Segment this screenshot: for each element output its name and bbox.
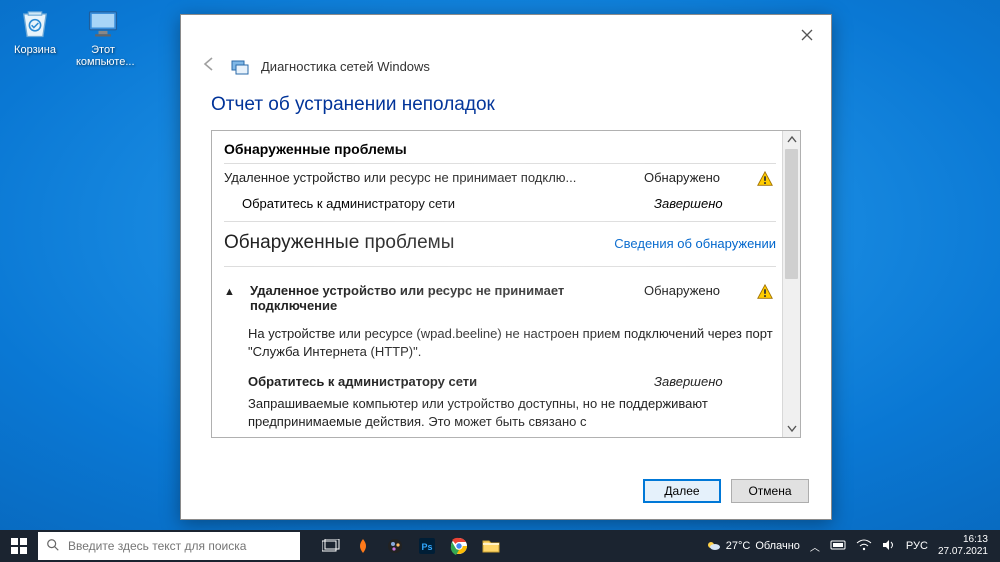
system-tray: 27°C Облачно ︿ РУС 16:13 27.07.2021 [705,534,1000,558]
problem-link[interactable]: Удаленное устройство или ресурс не прини… [224,170,634,185]
sub-text: Обратитесь к администратору сети [242,196,654,211]
svg-text:Ps: Ps [421,542,432,552]
wizard-title: Диагностика сетей Windows [261,59,430,74]
report-frame: Обнаруженные проблемы Удаленное устройст… [211,130,801,438]
problems-subheader: Обнаруженные проблемы [224,232,454,254]
back-button[interactable] [199,55,219,78]
substep-title: Обратитесь к администратору сети [248,374,644,389]
scroll-down-button[interactable] [783,419,800,437]
weather-widget[interactable]: 27°C Облачно [705,537,800,556]
network-diagnostics-icon [231,58,249,76]
icon-label: Этот компьюте... [76,44,130,68]
warning-icon [754,283,776,301]
taskbar-pinned: Ps [306,533,504,559]
time: 16:13 [938,534,988,546]
weather-temp: 27°C [726,540,751,552]
this-pc-icon [84,4,122,42]
clock[interactable]: 16:13 27.07.2021 [938,534,992,558]
taskbar-search[interactable] [38,532,300,560]
taskbar: Ps 27°C Облачно ︿ РУС 16:13 27.07.2021 [0,530,1000,562]
tray-chevron-up-icon[interactable]: ︿ [810,539,820,554]
this-pc[interactable]: Этот компьюте... [76,4,130,68]
report-content: Обнаруженные проблемы Удаленное устройст… [212,131,800,437]
volume-icon[interactable] [882,539,896,554]
section-title: Отчет об устранении неполадок [181,90,831,130]
search-glass-icon [46,538,60,555]
expanded-status: Обнаружено [644,283,744,298]
expanded-problem: ▲ Удаленное устройство или ресурс не при… [224,266,776,437]
recycle-bin-icon [16,4,54,42]
weather-cond: Облачно [755,540,800,552]
cancel-button[interactable]: Отмена [731,479,809,503]
wizard-buttons: Далее Отмена [643,479,809,503]
scroll-track[interactable] [783,149,800,419]
problem-row: Удаленное устройство или ресурс не прини… [224,164,776,194]
wifi-icon[interactable] [856,539,872,554]
warning-icon [754,170,776,188]
weather-icon [705,537,721,556]
recycle-bin[interactable]: Корзина [8,4,62,68]
expanded-description: На устройстве или ресурсе (wpad.beeline)… [224,319,776,368]
vertical-scrollbar[interactable] [782,131,800,437]
start-button[interactable] [0,530,38,562]
wizard-header: Диагностика сетей Windows [181,55,831,90]
sub-status: Завершено [654,196,776,211]
titlebar [181,15,831,55]
next-button[interactable]: Далее [643,479,721,503]
substep-status: Завершено [654,374,776,389]
input-indicator-icon[interactable] [830,539,846,554]
task-view-button[interactable] [318,533,344,559]
desktop-icons: Корзина Этот компьюте... [8,4,130,68]
pinned-app-2[interactable] [382,533,408,559]
desktop: Корзина Этот компьюте... Диагностика сет… [0,0,1000,562]
pinned-photoshop[interactable]: Ps [414,533,440,559]
substep-description: Запрашиваемые компьютер или устройство д… [224,395,776,437]
scroll-thumb[interactable] [785,149,798,279]
problem-status: Обнаружено [644,170,744,185]
problems-header: Обнаруженные проблемы [224,139,776,164]
search-input[interactable] [68,539,292,553]
icon-label: Корзина [8,44,62,56]
pinned-app-1[interactable] [350,533,376,559]
pinned-chrome[interactable] [446,533,472,559]
collapse-toggle[interactable]: ▲ [224,283,240,301]
date: 27.07.2021 [938,546,988,558]
troubleshooter-window: Диагностика сетей Windows Отчет об устра… [180,14,832,520]
scroll-up-button[interactable] [783,131,800,149]
detection-details-link[interactable]: Сведения об обнаружении [614,236,776,251]
language-indicator[interactable]: РУС [906,540,928,552]
problem-subrow: Обратитесь к администратору сети Заверше… [224,194,776,217]
subheader-row: Обнаруженные проблемы Сведения об обнару… [224,221,776,254]
pinned-explorer[interactable] [478,533,504,559]
expanded-title: Удаленное устройство или ресурс не прини… [250,283,634,313]
close-button[interactable] [789,20,825,50]
